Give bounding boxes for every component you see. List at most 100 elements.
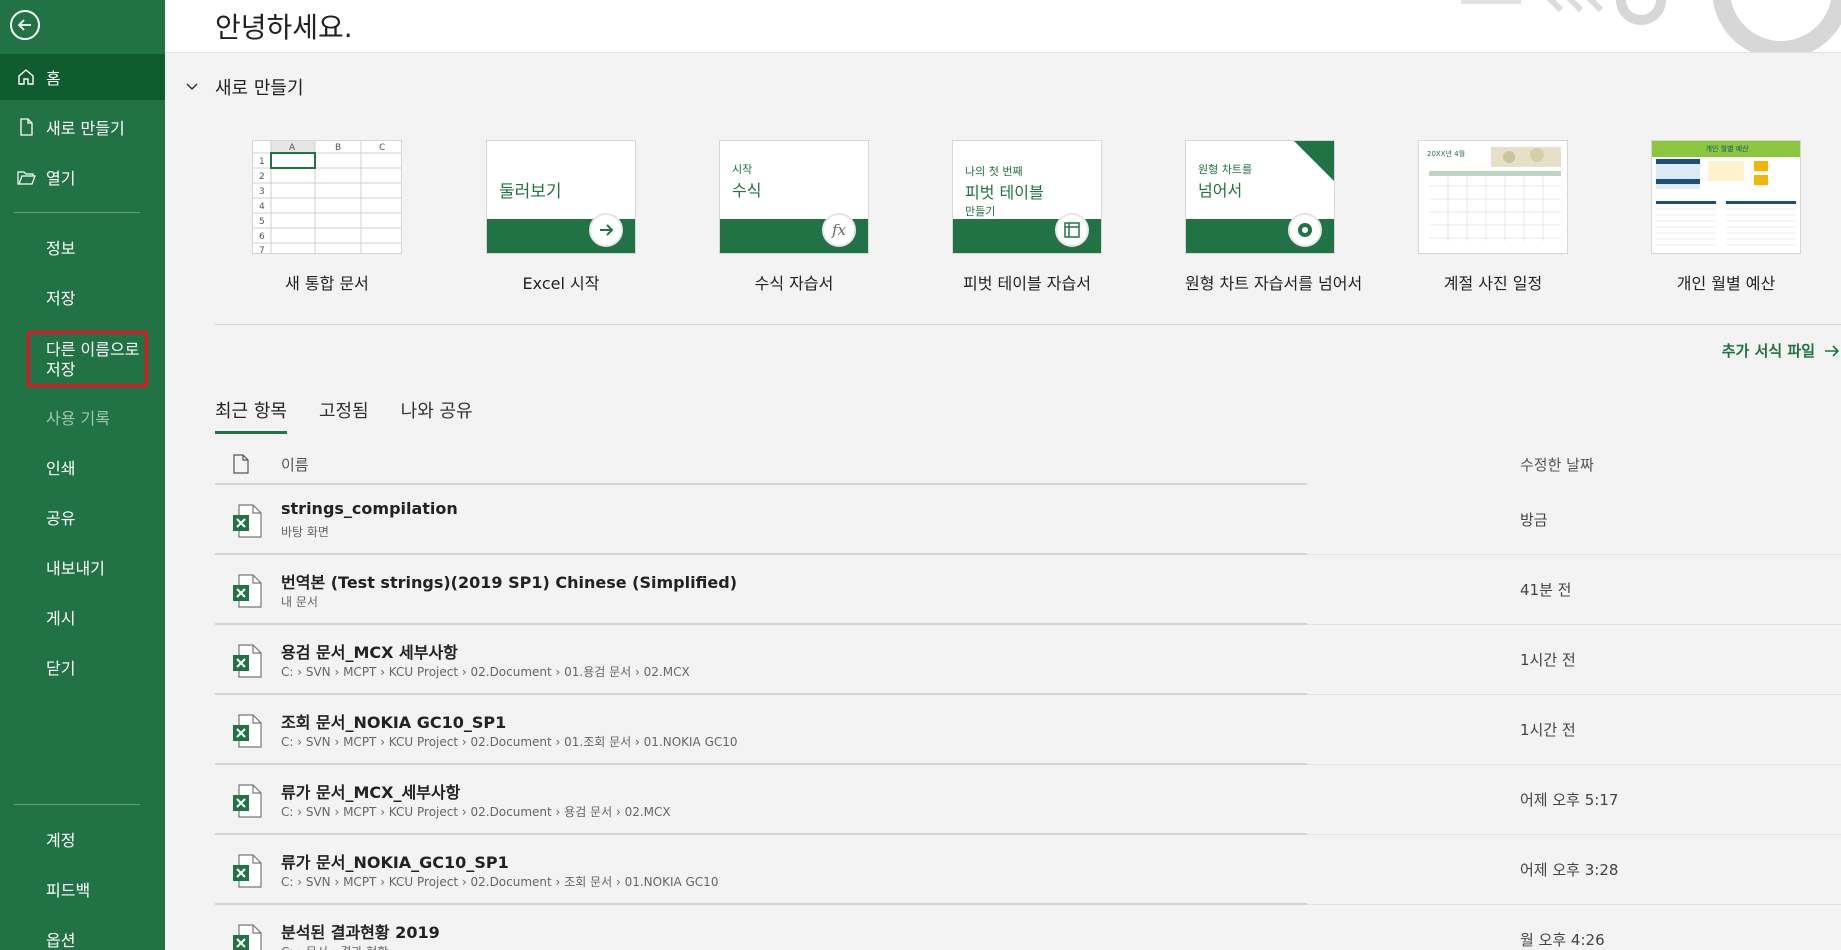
function-fx-icon: fx: [822, 213, 856, 247]
template-thumbnail: 나의 첫 번째 피벗 테이블 만들기: [952, 140, 1102, 254]
file-name: 용검 문서_MCX 세부사항: [281, 643, 458, 662]
template-pivot-tutorial[interactable]: 나의 첫 번째 피벗 테이블 만들기 피벗 테이블 자습서: [952, 140, 1102, 294]
nav-home[interactable]: 홈: [0, 54, 165, 100]
template-caption: 피벗 테이블 자습서: [963, 274, 1091, 293]
sidebar-divider: [14, 804, 140, 805]
greeting-banner: 안녕하세요.: [165, 0, 1841, 53]
svg-text:1: 1: [259, 157, 265, 167]
file-name: 류가 문서_MCX_세부사항: [281, 783, 461, 802]
nav-print-label: 인쇄: [46, 459, 76, 478]
new-document-icon: [14, 115, 38, 139]
thumb-small-text: 개인 월별 예산: [1705, 145, 1749, 153]
file-modified-date: 1시간 전: [1520, 721, 1576, 739]
file-row[interactable]: strings_compilation 바탕 화면 방금: [215, 485, 1841, 555]
more-templates-link[interactable]: 추가 서식 파일: [1722, 340, 1841, 361]
file-path: 바탕 화면: [281, 525, 329, 539]
corner-ribbon-icon: [1294, 141, 1334, 181]
thumb-small-text: 나의 첫 번째: [965, 165, 1023, 178]
file-row[interactable]: 류가 문서_NOKIA_GC10_SP1 C: › SVN › MCPT › KC…: [215, 835, 1841, 905]
file-path: C: › SVN › MCPT › KCU Project › 02.Docum…: [281, 735, 738, 749]
excel-file-icon: [233, 644, 262, 678]
file-name: strings_compilation: [281, 499, 458, 518]
back-arrow-icon[interactable]: [10, 10, 40, 40]
template-formula-tutorial[interactable]: 시작 수식 fx 수식 자습서: [719, 140, 869, 294]
template-caption: 계절 사진 일정: [1443, 274, 1543, 293]
file-row[interactable]: 류가 문서_MCX_세부사항 C: › SVN › MCPT › KCU Proj…: [215, 765, 1841, 835]
nav-feedback[interactable]: 피드백: [0, 866, 165, 912]
tab-recent[interactable]: 최근 항목: [215, 397, 287, 434]
file-row[interactable]: 조회 문서_NOKIA GC10_SP1 C: › SVN › MCPT › KC…: [215, 695, 1841, 765]
file-row[interactable]: 번역본 (Test strings)(2019 SP1) Chinese (Si…: [215, 555, 1841, 625]
nav-open-label: 열기: [46, 169, 76, 188]
nav-info[interactable]: 정보: [0, 224, 165, 270]
nav-home-label: 홈: [46, 69, 61, 88]
template-thumbnail: 둘러보기: [486, 140, 636, 254]
nav-account[interactable]: 계정: [0, 816, 165, 862]
nav-options-label: 옵션: [46, 931, 76, 950]
file-name: 조회 문서_NOKIA GC10_SP1: [281, 713, 507, 732]
excel-file-icon: [233, 504, 262, 538]
file-name: 분석된 결과현황 2019: [281, 923, 440, 942]
nav-close-label: 닫기: [46, 659, 76, 678]
new-section-title: 새로 만들기: [215, 78, 304, 99]
template-thumbnail: 20XX년 4월: [1418, 140, 1568, 254]
file-modified-date: 어제 오후 3:28: [1520, 861, 1619, 879]
file-modified-date: 41분 전: [1520, 581, 1572, 599]
nav-save[interactable]: 저장: [0, 274, 165, 320]
nav-save-as-label: 다른 이름으로 저장: [46, 340, 140, 379]
thumb-title: 넘어서: [1198, 181, 1243, 200]
nav-account-label: 계정: [46, 831, 76, 850]
thumb-sub-text: 만들기: [965, 205, 996, 218]
nav-share-label: 공유: [46, 509, 76, 528]
nav-open[interactable]: 열기: [0, 154, 165, 200]
excel-file-icon: [233, 854, 262, 888]
pivot-table-icon: [1055, 213, 1089, 247]
file-modified-date: 월 오후 4:26: [1520, 931, 1605, 949]
nav-options[interactable]: 옵션: [0, 916, 165, 950]
backstage-main: 안녕하세요. 새로 만들기 AB C 1 2 3 4 5 6 7 새 통합 문서…: [165, 0, 1841, 950]
template-thumbnail: 시작 수식 fx: [719, 140, 869, 254]
nav-publish[interactable]: 게시: [0, 594, 165, 640]
template-monthly-budget[interactable]: 개인 월별 예산 개인 월별 예산: [1651, 140, 1801, 294]
excel-file-icon: [233, 714, 262, 748]
file-icon: [233, 454, 249, 474]
template-thumbnail: A B C 1 2 3 4 5 6 7: [252, 140, 402, 254]
file-path: C: › SVN › MCPT › KCU Project › 02.Docum…: [281, 805, 671, 819]
nav-save-as[interactable]: 다른 이름으로 저장: [27, 331, 148, 387]
template-caption: Excel 시작: [522, 274, 600, 293]
column-date-header[interactable]: 수정한 날짜: [1520, 454, 1594, 475]
svg-text:4: 4: [259, 202, 265, 212]
column-name-header[interactable]: 이름: [281, 454, 309, 475]
new-section-toggle[interactable]: 새로 만들기: [185, 74, 304, 100]
svg-text:3: 3: [259, 187, 265, 197]
file-name: 류가 문서_NOKIA_GC10_SP1: [281, 853, 509, 872]
nav-publish-label: 게시: [46, 609, 76, 628]
tab-pinned[interactable]: 고정됨: [319, 397, 369, 434]
nav-share[interactable]: 공유: [0, 494, 165, 540]
nav-history: 사용 기록: [0, 394, 165, 440]
template-blank-workbook[interactable]: A B C 1 2 3 4 5 6 7 새 통합 문서: [252, 140, 402, 294]
sidebar-divider: [14, 212, 140, 213]
nav-print[interactable]: 인쇄: [0, 444, 165, 490]
tab-shared-with-me[interactable]: 나와 공유: [401, 397, 473, 434]
template-pie-chart-tutorial[interactable]: 원형 차트를 넘어서 원형 차트 자습서를 넘어서: [1185, 140, 1362, 294]
file-row[interactable]: 분석된 결과현황 2019C: › 문서 › 결과 현황 월 오후 4:26: [215, 905, 1841, 950]
more-templates-label: 추가 서식 파일: [1721, 342, 1815, 360]
template-excel-tour[interactable]: 둘러보기 Excel 시작: [486, 140, 636, 294]
excel-file-icon: [233, 784, 262, 818]
nav-close[interactable]: 닫기: [0, 644, 165, 690]
recent-tabs: 최근 항목 고정됨 나와 공유: [215, 397, 505, 434]
calendar-photo-graphic: [1429, 147, 1561, 241]
nav-new[interactable]: 새로 만들기: [0, 104, 165, 150]
file-list-header: 이름 수정한 날짜: [215, 452, 1841, 485]
file-row[interactable]: 용검 문서_MCX 세부사항 C: › SVN › MCPT › KCU Proj…: [215, 625, 1841, 695]
nav-export-label: 내보내기: [46, 559, 105, 578]
nav-export[interactable]: 내보내기: [0, 544, 165, 590]
file-path: 내 문서: [281, 595, 318, 609]
nav-history-label: 사용 기록: [46, 409, 110, 428]
svg-text:2: 2: [259, 172, 265, 182]
template-seasonal-calendar[interactable]: 20XX년 4월 계절 사진 일정: [1418, 140, 1568, 294]
nav-new-label: 새로 만들기: [46, 119, 125, 138]
thumb-small-text: 시작: [732, 163, 753, 176]
greeting-text: 안녕하세요.: [215, 11, 353, 44]
